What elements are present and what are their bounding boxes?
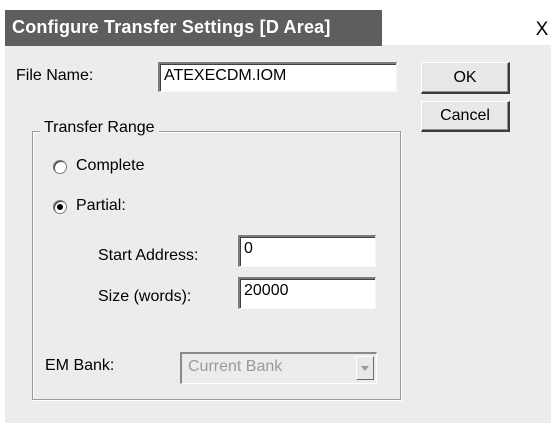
close-button[interactable]: X [533,19,551,41]
chevron-down-icon [361,366,369,371]
size-words-input[interactable]: 20000 [238,277,376,309]
partial-radio-label[interactable]: Partial: [76,197,126,215]
partial-radio-selected-dot [57,204,63,210]
ok-button[interactable]: OK [421,62,510,94]
size-words-label: Size (words): [98,288,192,305]
em-bank-dropdown-button[interactable] [356,356,374,380]
configure-transfer-dialog: Configure Transfer Settings [D Area] X F… [5,9,551,423]
em-bank-selected-value: Current Bank [188,358,283,375]
file-name-input[interactable]: ATEXECDM.IOM [158,62,397,92]
complete-radio-label[interactable]: Complete [76,157,144,175]
file-name-label: File Name: [16,67,94,84]
cancel-button[interactable]: Cancel [421,101,510,132]
transfer-range-legend: Transfer Range [40,119,159,137]
dialog-title: Configure Transfer Settings [D Area] [12,17,331,37]
title-bar: Configure Transfer Settings [D Area] X [5,9,551,46]
partial-radio[interactable] [53,200,67,214]
start-address-input[interactable]: 0 [238,235,376,267]
complete-radio[interactable] [53,160,67,174]
em-bank-select[interactable]: Current Bank [180,352,377,384]
em-bank-label: EM Bank: [45,357,115,374]
start-address-label: Start Address: [98,247,199,264]
